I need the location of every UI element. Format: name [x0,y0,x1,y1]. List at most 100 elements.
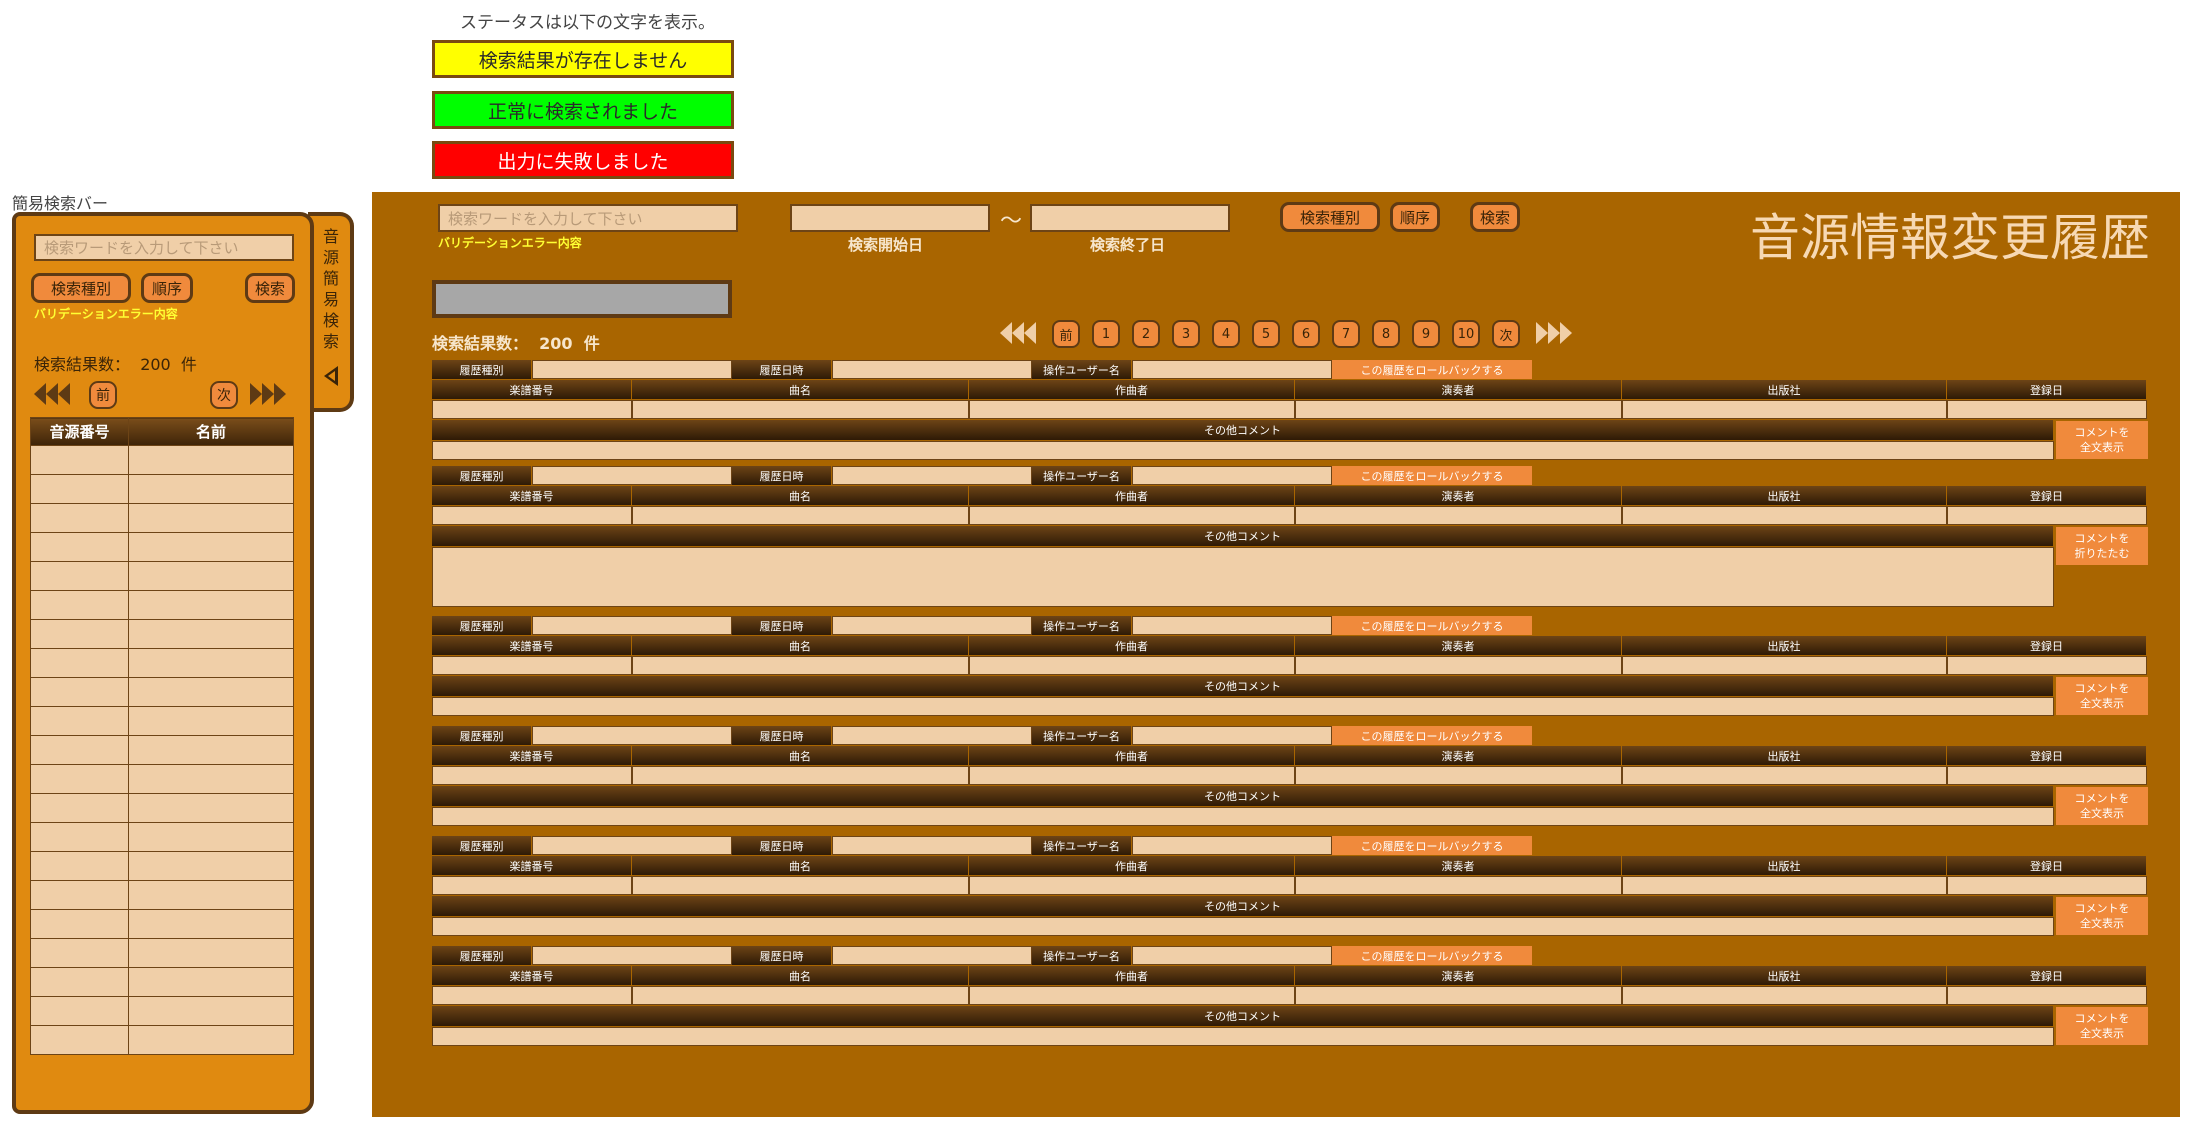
history-date-label: 履歴日時 [732,466,832,485]
sidebar-result-row[interactable] [30,532,294,562]
record-column-header: 楽譜番号 [432,856,632,875]
main-first-page-icon[interactable] [1000,322,1036,344]
rollback-button[interactable]: この履歴をロールバックする [1332,836,1532,855]
record-column-header: 楽譜番号 [432,746,632,765]
record-column-header: 作曲者 [969,966,1295,985]
history-date-field [832,466,1032,485]
sidebar-result-row[interactable] [30,764,294,794]
sidebar-first-page-icon[interactable] [34,383,70,405]
status-display-box [432,280,732,318]
pager-page-button[interactable]: 10 [1452,320,1480,348]
audio-id-cell [30,967,129,997]
sidebar-result-row[interactable] [30,619,294,649]
record-column-header: 登録日 [1947,966,2147,985]
rollback-button[interactable]: この履歴をロールバックする [1332,946,1532,965]
sidebar-result-row[interactable] [30,561,294,591]
sidebar-result-row[interactable] [30,793,294,823]
rollback-button[interactable]: この履歴をロールバックする [1332,726,1532,745]
record-column-header: 演奏者 [1295,636,1622,655]
sidebar-result-row[interactable] [30,590,294,620]
main-search-input[interactable]: 検索ワードを入力して下さい [438,204,738,232]
comment-field [432,441,2054,460]
record-value-cell [1622,506,1947,525]
comment-field [432,547,2054,607]
rollback-button[interactable]: この履歴をロールバックする [1332,360,1532,379]
sidebar-result-row[interactable] [30,706,294,736]
pager-page-button[interactable]: 2 [1132,320,1160,348]
sidebar-result-row[interactable] [30,909,294,939]
history-date-field [832,360,1032,379]
sidebar-result-row[interactable] [30,938,294,968]
name-cell [128,561,294,591]
name-cell [128,474,294,504]
comment-field [432,917,2054,936]
collapse-arrow-inner [328,371,335,381]
history-type-field [532,466,732,485]
record-column-header: 楽譜番号 [432,966,632,985]
pager-page-button[interactable]: 7 [1332,320,1360,348]
record-value-cell [969,400,1295,419]
sidebar-result-row[interactable] [30,1025,294,1055]
operator-field [1132,836,1332,855]
sidebar-result-row[interactable] [30,445,294,475]
expand-comment-button[interactable]: コメントを 全文表示 [2055,420,2149,460]
end-date-field[interactable] [1030,204,1230,232]
record-value-cell [1622,400,1947,419]
history-date-field [832,946,1032,965]
record-value-cell [432,766,632,785]
record-column-header: 演奏者 [1295,966,1622,985]
main-search-type-button[interactable]: 検索種別 [1280,202,1380,232]
sidebar-result-row[interactable] [30,735,294,765]
pager-page-button[interactable]: 9 [1412,320,1440,348]
sidebar-search-type-button[interactable]: 検索種別 [31,273,131,303]
name-cell [128,706,294,736]
sidebar-result-row[interactable] [30,677,294,707]
sidebar-result-row[interactable] [30,996,294,1026]
expand-comment-button[interactable]: コメントを 全文表示 [2055,786,2149,826]
record-value-cell [1295,876,1622,895]
start-date-label: 検索開始日 [848,236,924,254]
expand-comment-button[interactable]: コメントを 全文表示 [2055,676,2149,716]
sidebar-result-row[interactable] [30,822,294,852]
sidebar-result-row[interactable] [30,648,294,678]
pager-page-button[interactable]: 4 [1212,320,1240,348]
sidebar-order-button[interactable]: 順序 [141,273,193,303]
record-value-cell [1295,986,1622,1005]
rollback-button[interactable]: この履歴をロールバックする [1332,616,1532,635]
sidebar-search-button[interactable]: 検索 [245,273,295,303]
sidebar-result-row[interactable] [30,880,294,910]
name-cell [128,648,294,678]
record-column-header: 演奏者 [1295,380,1622,399]
sidebar-result-row[interactable] [30,503,294,533]
expand-comment-button[interactable]: コメントを 全文表示 [2055,896,2149,936]
main-last-page-icon[interactable] [1536,322,1572,344]
main-order-button[interactable]: 順序 [1390,202,1440,232]
record-value-cell [1622,656,1947,675]
sidebar-last-page-icon[interactable] [250,383,286,405]
collapse-comment-button[interactable]: コメントを 折りたたむ [2055,526,2149,566]
pager-page-button[interactable]: 8 [1372,320,1400,348]
pager-page-button[interactable]: 5 [1252,320,1280,348]
sidebar-prev-button[interactable]: 前 [89,381,117,409]
history-date-label: 履歴日時 [732,946,832,965]
sidebar-result-row[interactable] [30,851,294,881]
operator-label: 操作ユーザー名 [1032,946,1132,965]
comment-field [432,1027,2054,1046]
record-column-header: 出版社 [1622,746,1947,765]
record-column-header: 作曲者 [969,746,1295,765]
rollback-button[interactable]: この履歴をロールバックする [1332,466,1532,485]
sidebar-next-button[interactable]: 次 [210,381,238,409]
record-value-cell [1622,876,1947,895]
operator-label: 操作ユーザー名 [1032,836,1132,855]
pager-page-button[interactable]: 3 [1172,320,1200,348]
pager-prev-button[interactable]: 前 [1052,320,1080,348]
expand-comment-button[interactable]: コメントを 全文表示 [2055,1006,2149,1046]
start-date-field[interactable] [790,204,990,232]
sidebar-result-row[interactable] [30,474,294,504]
main-search-button[interactable]: 検索 [1470,202,1520,232]
sidebar-search-input[interactable]: 検索ワードを入力して下さい [34,234,294,261]
pager-next-button[interactable]: 次 [1492,320,1520,348]
sidebar-result-row[interactable] [30,967,294,997]
pager-page-button[interactable]: 6 [1292,320,1320,348]
pager-page-button[interactable]: 1 [1092,320,1120,348]
